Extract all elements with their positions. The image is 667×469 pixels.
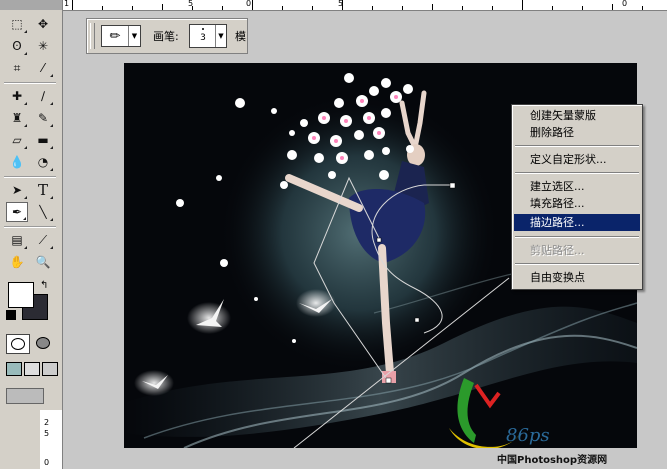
menu-item-delete-path[interactable]: 删除路径 [514, 124, 640, 141]
magic-wand-icon[interactable]: ✳ [32, 36, 54, 56]
move-icon[interactable]: ✥ [32, 14, 54, 34]
menu-item-fill-path[interactable]: 填充路径... [514, 195, 640, 212]
screen-mode-standard-icon[interactable] [6, 362, 22, 376]
type-icon[interactable]: T [32, 180, 54, 200]
ruler-label: 0 [246, 0, 252, 8]
brush-preview-dot [202, 28, 204, 30]
ruler-label: 0 [622, 0, 628, 8]
brush-size-value: 3 [200, 33, 206, 43]
ruler-label: 2 [44, 418, 50, 427]
mode-label: 模 [235, 30, 246, 43]
foreground-color-swatch[interactable] [8, 282, 34, 308]
vertical-ruler[interactable]: 2 5 0 [40, 410, 63, 469]
options-grip[interactable] [90, 23, 95, 49]
screen-mode-menubar-icon[interactable] [24, 362, 40, 376]
brush-label: 画笔: [153, 30, 179, 43]
swap-colors-icon[interactable]: ↰ [40, 280, 48, 291]
healing-brush-icon[interactable]: ✚ [6, 86, 28, 106]
default-colors-icon[interactable] [6, 310, 16, 320]
quick-mask-button[interactable] [32, 334, 54, 352]
notes-icon[interactable]: ▤ [6, 230, 28, 250]
logo-text: 86ps [506, 425, 550, 446]
menu-item-stroke-path[interactable]: 描边路径... [514, 214, 640, 231]
menu-item-define-custom-shape[interactable]: 定义自定形状... [514, 151, 640, 168]
jump-to-imageready-button[interactable] [6, 388, 44, 404]
brush-icon: ✏ [109, 28, 121, 44]
standard-mode-button[interactable] [6, 334, 30, 354]
menu-item-create-vector-mask[interactable]: 创建矢量蒙版 [514, 107, 640, 124]
line-icon[interactable]: ╲ [32, 202, 54, 222]
zoom-icon[interactable]: 🔍 [32, 252, 54, 272]
crop-icon[interactable]: ⌗ [6, 58, 28, 78]
gradient-icon[interactable]: ▬ [32, 130, 54, 150]
ruler-label: 5 [44, 429, 50, 438]
screen-mode-full-icon[interactable] [42, 362, 58, 376]
chevron-down-icon: ▼ [128, 26, 140, 46]
menu-item-clipping-path: 剪贴路径... [530, 244, 585, 257]
path-selection-icon[interactable]: ➤ [6, 180, 28, 200]
menu-item-free-transform-points[interactable]: 自由变换点 [514, 269, 640, 286]
lasso-icon[interactable]: ʘ [6, 36, 28, 56]
chevron-down-icon: ▼ [215, 25, 226, 47]
pen-icon[interactable]: ✒ [6, 202, 28, 222]
blur-icon[interactable]: 💧 [6, 152, 28, 172]
hand-icon[interactable]: ✋ [6, 252, 28, 272]
dodge-icon[interactable]: ◔ [32, 152, 54, 172]
eyedropper-icon[interactable]: ⟋ [32, 230, 54, 250]
history-brush-icon[interactable]: ✎ [32, 108, 54, 128]
menu-item-make-selection[interactable]: 建立选区... [514, 178, 640, 195]
tool-preset-picker[interactable]: ✏ ▼ [101, 25, 141, 47]
horizontal-ruler[interactable]: 1 5 0 5 0 [62, 0, 667, 11]
brush-icon[interactable]: ∕ [32, 86, 54, 106]
marquee-icon[interactable]: ⬚ [6, 14, 28, 34]
toolbox-panel: ⬚ ✥ ʘ ✳ ⌗ ⁄ ✚ ∕ ♜ ✎ ▱ ▬ 💧 ◔ ➤ T ✒ ╲ ▤ ⟋ … [0, 0, 63, 469]
clone-stamp-icon[interactable]: ♜ [6, 108, 28, 128]
toolbox-title-strip[interactable] [0, 0, 62, 10]
ruler-label: 0 [44, 458, 50, 467]
context-menu: 创建矢量蒙版 删除路径 定义自定形状... 建立选区... 填充路径... 描边… [511, 104, 643, 290]
eraser-icon[interactable]: ▱ [6, 130, 28, 150]
watermark-site-text: 中国Photoshop资源网 [497, 455, 608, 466]
options-bar: ✏ ▼ 画笔: 3 ▼ 模 [86, 18, 248, 54]
ruler-label: 1 [64, 0, 70, 8]
slice-icon[interactable]: ⁄ [32, 58, 54, 78]
brush-picker[interactable]: 3 ▼ [189, 24, 227, 48]
